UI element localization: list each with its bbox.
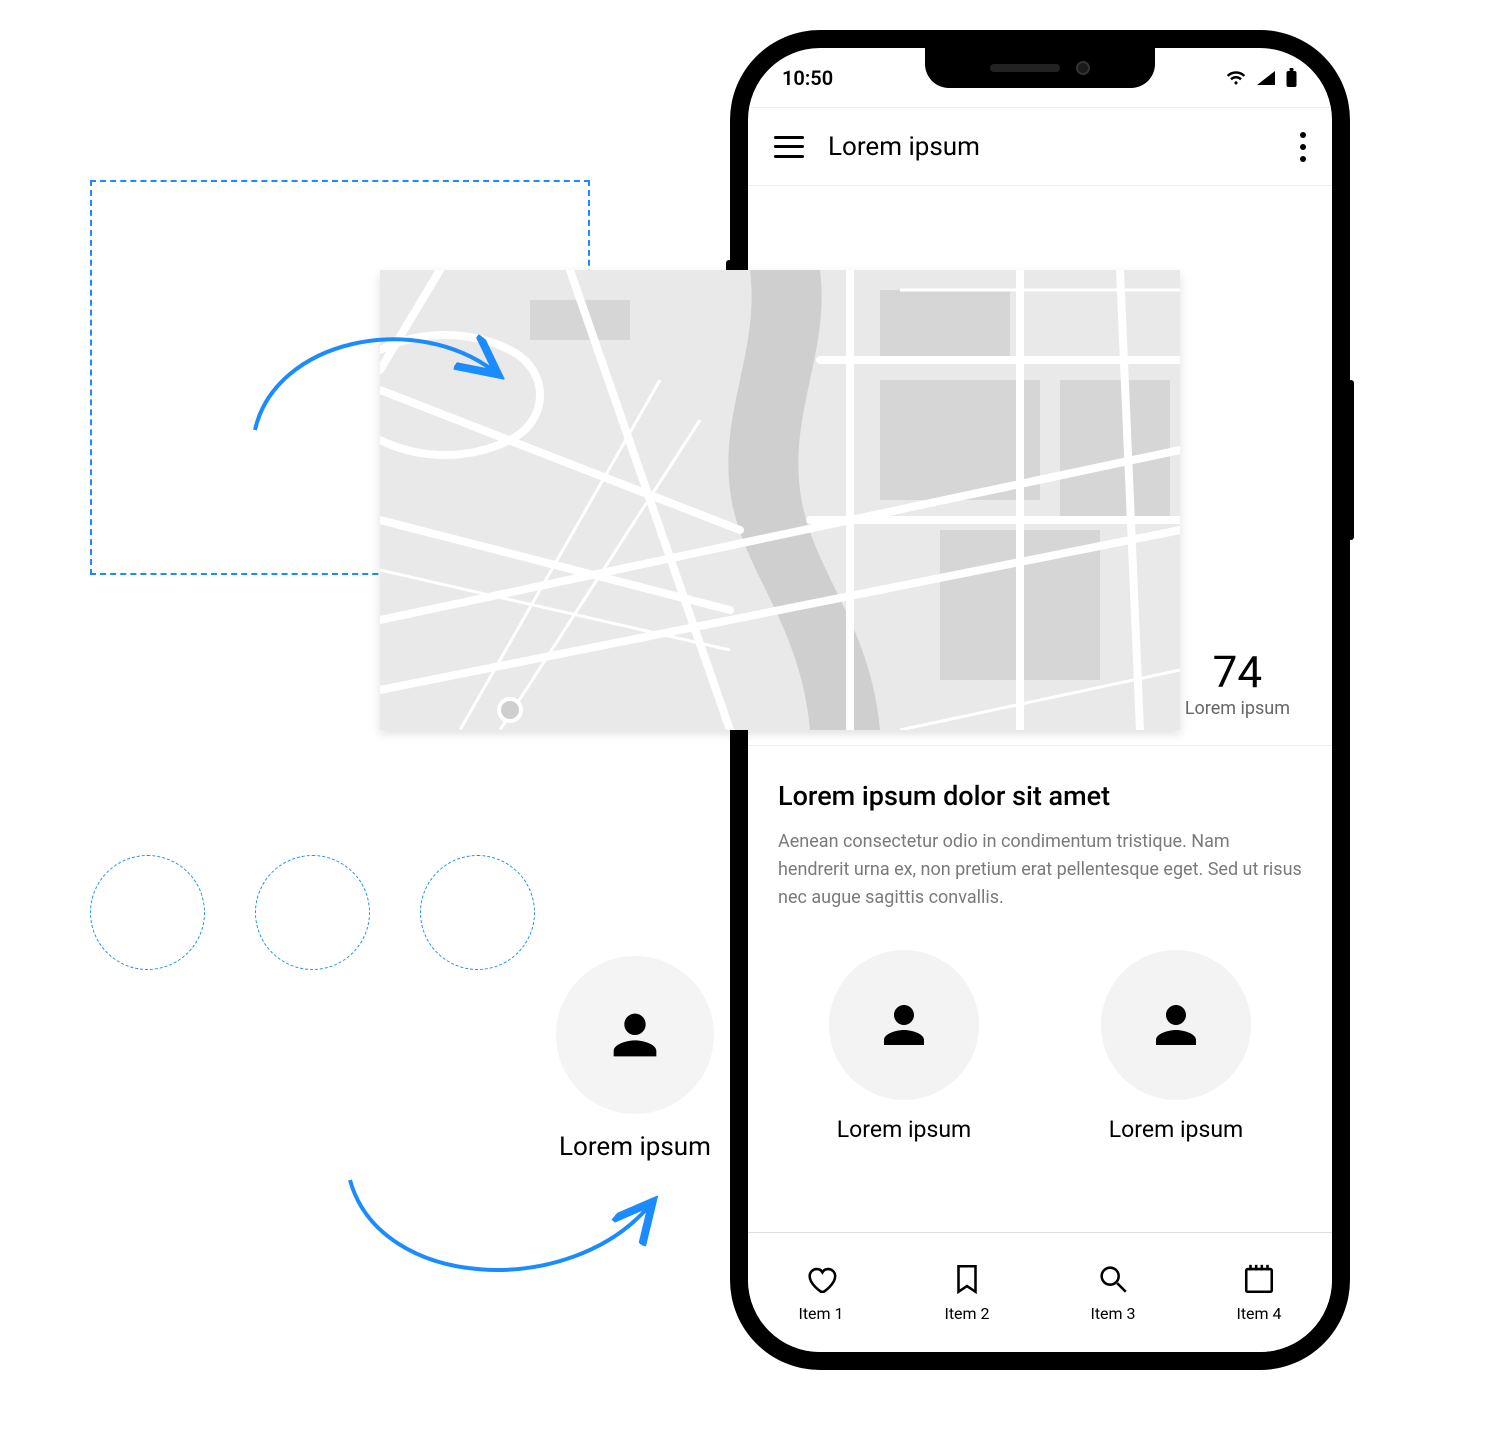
status-time: 10:50 xyxy=(782,66,833,90)
map-preview-card xyxy=(380,270,1180,730)
nav-item-3[interactable]: Item 3 xyxy=(1090,1262,1135,1323)
menu-button[interactable] xyxy=(774,136,804,158)
nav-label: Item 4 xyxy=(1236,1304,1281,1323)
nav-label: Item 3 xyxy=(1090,1304,1135,1323)
dashed-circle-placeholder xyxy=(255,855,370,970)
avatar-label: Lorem ipsum xyxy=(829,1116,979,1143)
phone-notch xyxy=(925,48,1155,88)
avatar-chip[interactable]: Lorem ipsum xyxy=(1101,950,1251,1143)
battery-icon xyxy=(1285,68,1298,88)
section-heading: Lorem ipsum dolor sit amet xyxy=(778,780,1302,812)
app-header: Lorem ipsum xyxy=(748,108,1332,186)
more-options-button[interactable] xyxy=(1300,132,1306,162)
stat-block: 74 Lorem ipsum xyxy=(1185,646,1290,719)
bookmark-icon xyxy=(950,1262,984,1296)
avatar xyxy=(556,956,714,1114)
bottom-nav: Item 1 Item 2 Item 3 Item 4 xyxy=(748,1232,1332,1352)
avatar-row: Lorem ipsum Lorem ipsum xyxy=(748,930,1332,1173)
person-icon xyxy=(1146,995,1206,1055)
search-icon xyxy=(1096,1262,1130,1296)
nav-item-4[interactable]: Item 4 xyxy=(1236,1262,1281,1323)
avatar-chip[interactable]: Lorem ipsum xyxy=(829,950,979,1143)
page-title: Lorem ipsum xyxy=(828,132,1276,162)
cellular-icon xyxy=(1255,70,1277,86)
avatar-label: Lorem ipsum xyxy=(556,1132,714,1162)
section-body: Aenean consectetur odio in condimentum t… xyxy=(778,828,1302,912)
person-icon xyxy=(603,1003,667,1067)
avatar xyxy=(829,950,979,1100)
nav-item-2[interactable]: Item 2 xyxy=(944,1262,989,1323)
heart-icon xyxy=(804,1262,838,1296)
nav-label: Item 1 xyxy=(798,1304,843,1323)
wifi-icon xyxy=(1225,70,1247,86)
stat-caption: Lorem ipsum xyxy=(1185,698,1290,719)
stat-value: 74 xyxy=(1185,646,1290,698)
avatar xyxy=(1101,950,1251,1100)
avatar-label: Lorem ipsum xyxy=(1101,1116,1251,1143)
status-bar: 10:50 xyxy=(748,48,1332,108)
nav-label: Item 2 xyxy=(944,1304,989,1323)
avatar-chip-external[interactable]: Lorem ipsum xyxy=(556,956,714,1162)
content-section: Lorem ipsum dolor sit amet Aenean consec… xyxy=(748,746,1332,930)
nav-item-1[interactable]: Item 1 xyxy=(798,1262,843,1323)
dashed-circle-placeholder xyxy=(420,855,535,970)
dashed-circle-placeholder xyxy=(90,855,205,970)
calendar-icon xyxy=(1242,1262,1276,1296)
arrow-annotation xyxy=(340,1170,660,1310)
person-icon xyxy=(874,995,934,1055)
